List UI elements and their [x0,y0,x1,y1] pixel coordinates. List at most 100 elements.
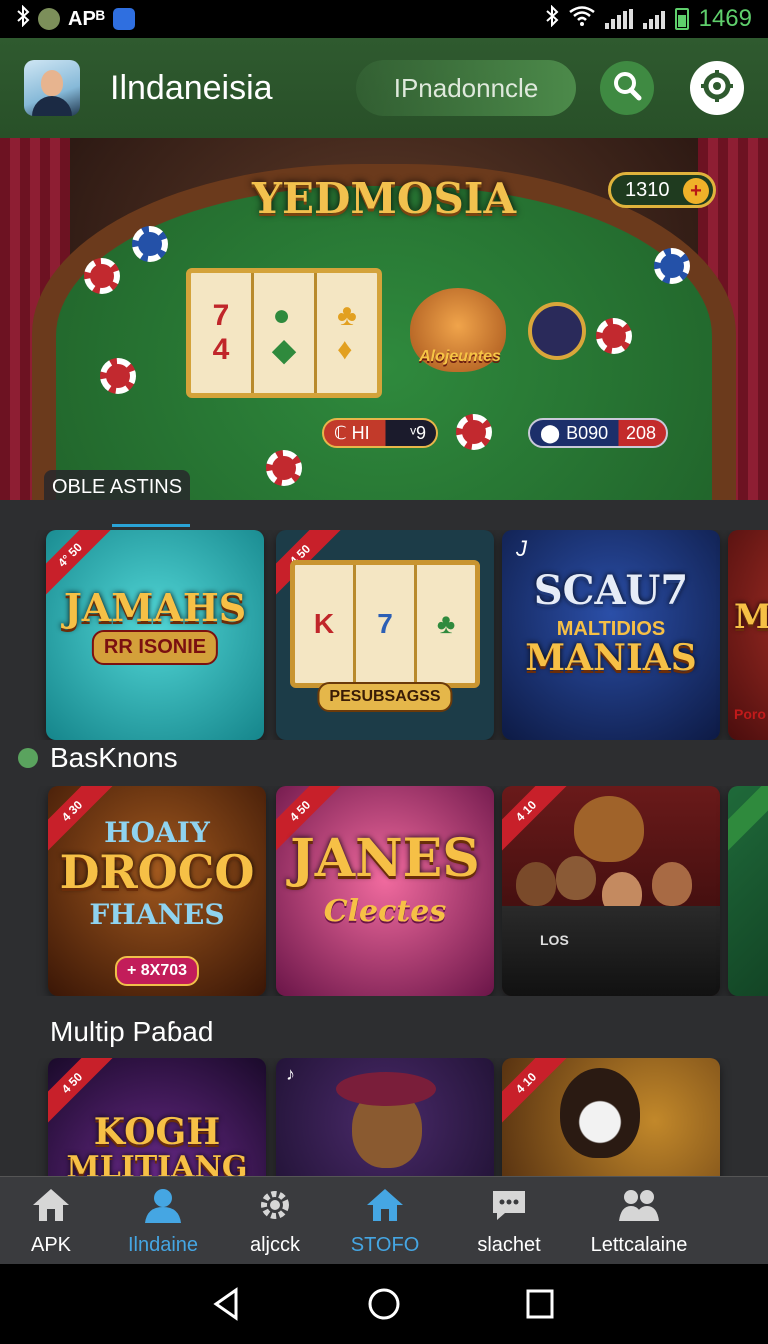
reel-symbol: 7 [356,565,417,683]
search-button[interactable] [600,61,654,115]
promo-banner[interactable]: YEDMOSIA 1310 + 74 ● ◆ ♣ ♦ Alojeuntes ℂ HI… [0,138,768,500]
nav-label: APK [30,1234,72,1256]
settings-button[interactable] [690,61,744,115]
game-card[interactable]: 4 50 KOGH MLITIANG [48,1058,266,1176]
chip-icon [132,226,168,262]
nav-label: STOFO [350,1234,420,1256]
system-navigation-bar [0,1264,768,1344]
reel-symbol: K [295,565,356,683]
header-chip-button[interactable]: IPnadonncle [356,60,576,116]
bluetooth-icon [16,4,30,33]
dog-illustration [560,1068,640,1158]
banner-pill-left: ℂ HI ᵛ9 [322,418,438,448]
person-illustration [652,862,692,906]
card-title-bottom: FHANES [89,898,225,931]
card-title: DROCO [59,845,255,899]
bluetooth-icon [545,4,559,33]
nav-label: slachet [477,1234,541,1256]
signal-icon [604,9,633,29]
pill-left-value: ᵛ9 [410,422,426,443]
user-icon [143,1187,183,1228]
medal-icon [528,302,586,360]
card-subtitle: RR ISONIE [91,630,219,665]
lion-emblem-text: Alojeuntes [419,348,501,365]
game-card[interactable]: 4 50 K 7 ♣ PESUBSAGSS [276,530,494,740]
pill-right-text: B090 [566,422,609,443]
chip-icon [596,318,632,354]
section-title: BasKnons [50,742,178,773]
game-card[interactable]: ♪ [276,1058,494,1176]
card-title: MC [734,597,768,637]
game-card[interactable]: J SCAU7 MALTIDIOS MANIAS [502,530,720,740]
person-illustration [516,862,556,906]
game-row-featured: 4° 50 JAMAHS RR ISONIE 4 50 K 7 ♣ PESUBS… [0,530,768,740]
notification-app-icon [38,8,60,30]
nav-label: Lettcalaine [590,1234,688,1256]
game-card[interactable]: 4 10 [502,1058,720,1176]
nav-item-slachet[interactable]: slachet [444,1187,574,1257]
nav-item-ilndaine[interactable]: Ilndaine [98,1187,228,1257]
gear-icon [255,1187,295,1228]
reel-symbol: ♣ [436,608,456,639]
chip-icon: ⬤ [540,422,561,443]
home-icon [31,1187,71,1228]
game-row-basknons: 4 30 HOAIY DROCO FHANES + 8X703 4 50 JAN… [0,786,768,996]
app-header: Ilndaneisia IPnadonncle [0,38,768,138]
card-title: JAMAHS [63,585,247,630]
coin-badge[interactable]: 1310 + [608,172,716,208]
card-title: KOGH [93,1111,221,1153]
chip-icon [654,248,690,284]
dog-illustration [574,796,644,862]
card-subtitle: Clectes [323,894,447,929]
card-caption: PESUBSAGSS [317,682,453,712]
active-tab-indicator [112,524,190,527]
nav-item-stofo[interactable]: STOFO [320,1187,450,1257]
hat-illustration [336,1072,436,1106]
chip-icon [266,450,302,486]
chip-icon [456,414,492,450]
card-badge: J [516,536,527,561]
status-left-text: APᴮ [68,7,105,30]
app-title: Ilndaneisia [110,68,273,107]
card-title-2: MANIAS [525,637,697,679]
plus-icon[interactable]: + [683,178,709,204]
card-tag: + 8X703 [114,956,200,986]
home-button-icon[interactable] [366,1286,402,1327]
back-icon[interactable] [210,1286,242,1327]
game-card[interactable]: 4° 50 JAMAHS RR ISONIE [46,530,264,740]
card-subtitle: MLITIANG [66,1150,248,1176]
person-illustration [556,856,596,900]
notification-app-icon-2 [112,8,135,30]
game-row-multiplayer: 4 50 KOGH MLITIANG ♪ 4 10 [0,1058,768,1176]
card-caption: LOS [540,932,569,948]
section-title: Multip Paɓad [50,1016,214,1047]
game-card[interactable]: 4 50 JANES Clectes [276,786,494,996]
banner-tag: OBLE ASTINS [44,470,191,500]
card-ribbon [728,786,768,855]
group-icon [617,1187,661,1228]
pill-left-text: ℂ HI [334,422,370,443]
gear-icon [699,68,735,109]
coin-badge-value: 1310 [625,178,670,201]
slot-machine-illustration: 74 ● ◆ ♣ ♦ [186,268,382,398]
section-dot-icon [18,748,38,768]
search-icon [610,69,644,108]
battery-icon [674,8,689,30]
nav-item-lettcalaine[interactable]: Lettcalaine [574,1187,704,1257]
game-card-partial[interactable]: MC Poro [728,530,768,740]
banner-pill-right: ⬤ B090 208 [528,418,668,448]
slot-reels-illustration: K 7 ♣ [290,560,480,688]
avatar[interactable] [24,60,80,116]
music-note-icon: ♪ [286,1064,295,1084]
home-icon [365,1187,405,1228]
recents-icon[interactable] [524,1286,556,1327]
bottom-navigation: APK Ilndaine aljcck STOFO slachet Lettca… [0,1176,768,1264]
nav-label: aljcck [249,1234,300,1256]
game-card-partial[interactable] [728,786,768,996]
game-card[interactable]: 4 10 LOS [502,786,720,996]
chat-icon [489,1187,529,1228]
card-title: SCAU7 [533,567,689,614]
status-clock: 1469 [698,5,752,32]
chip-icon [84,258,120,294]
game-card[interactable]: 4 30 HOAIY DROCO FHANES + 8X703 [48,786,266,996]
